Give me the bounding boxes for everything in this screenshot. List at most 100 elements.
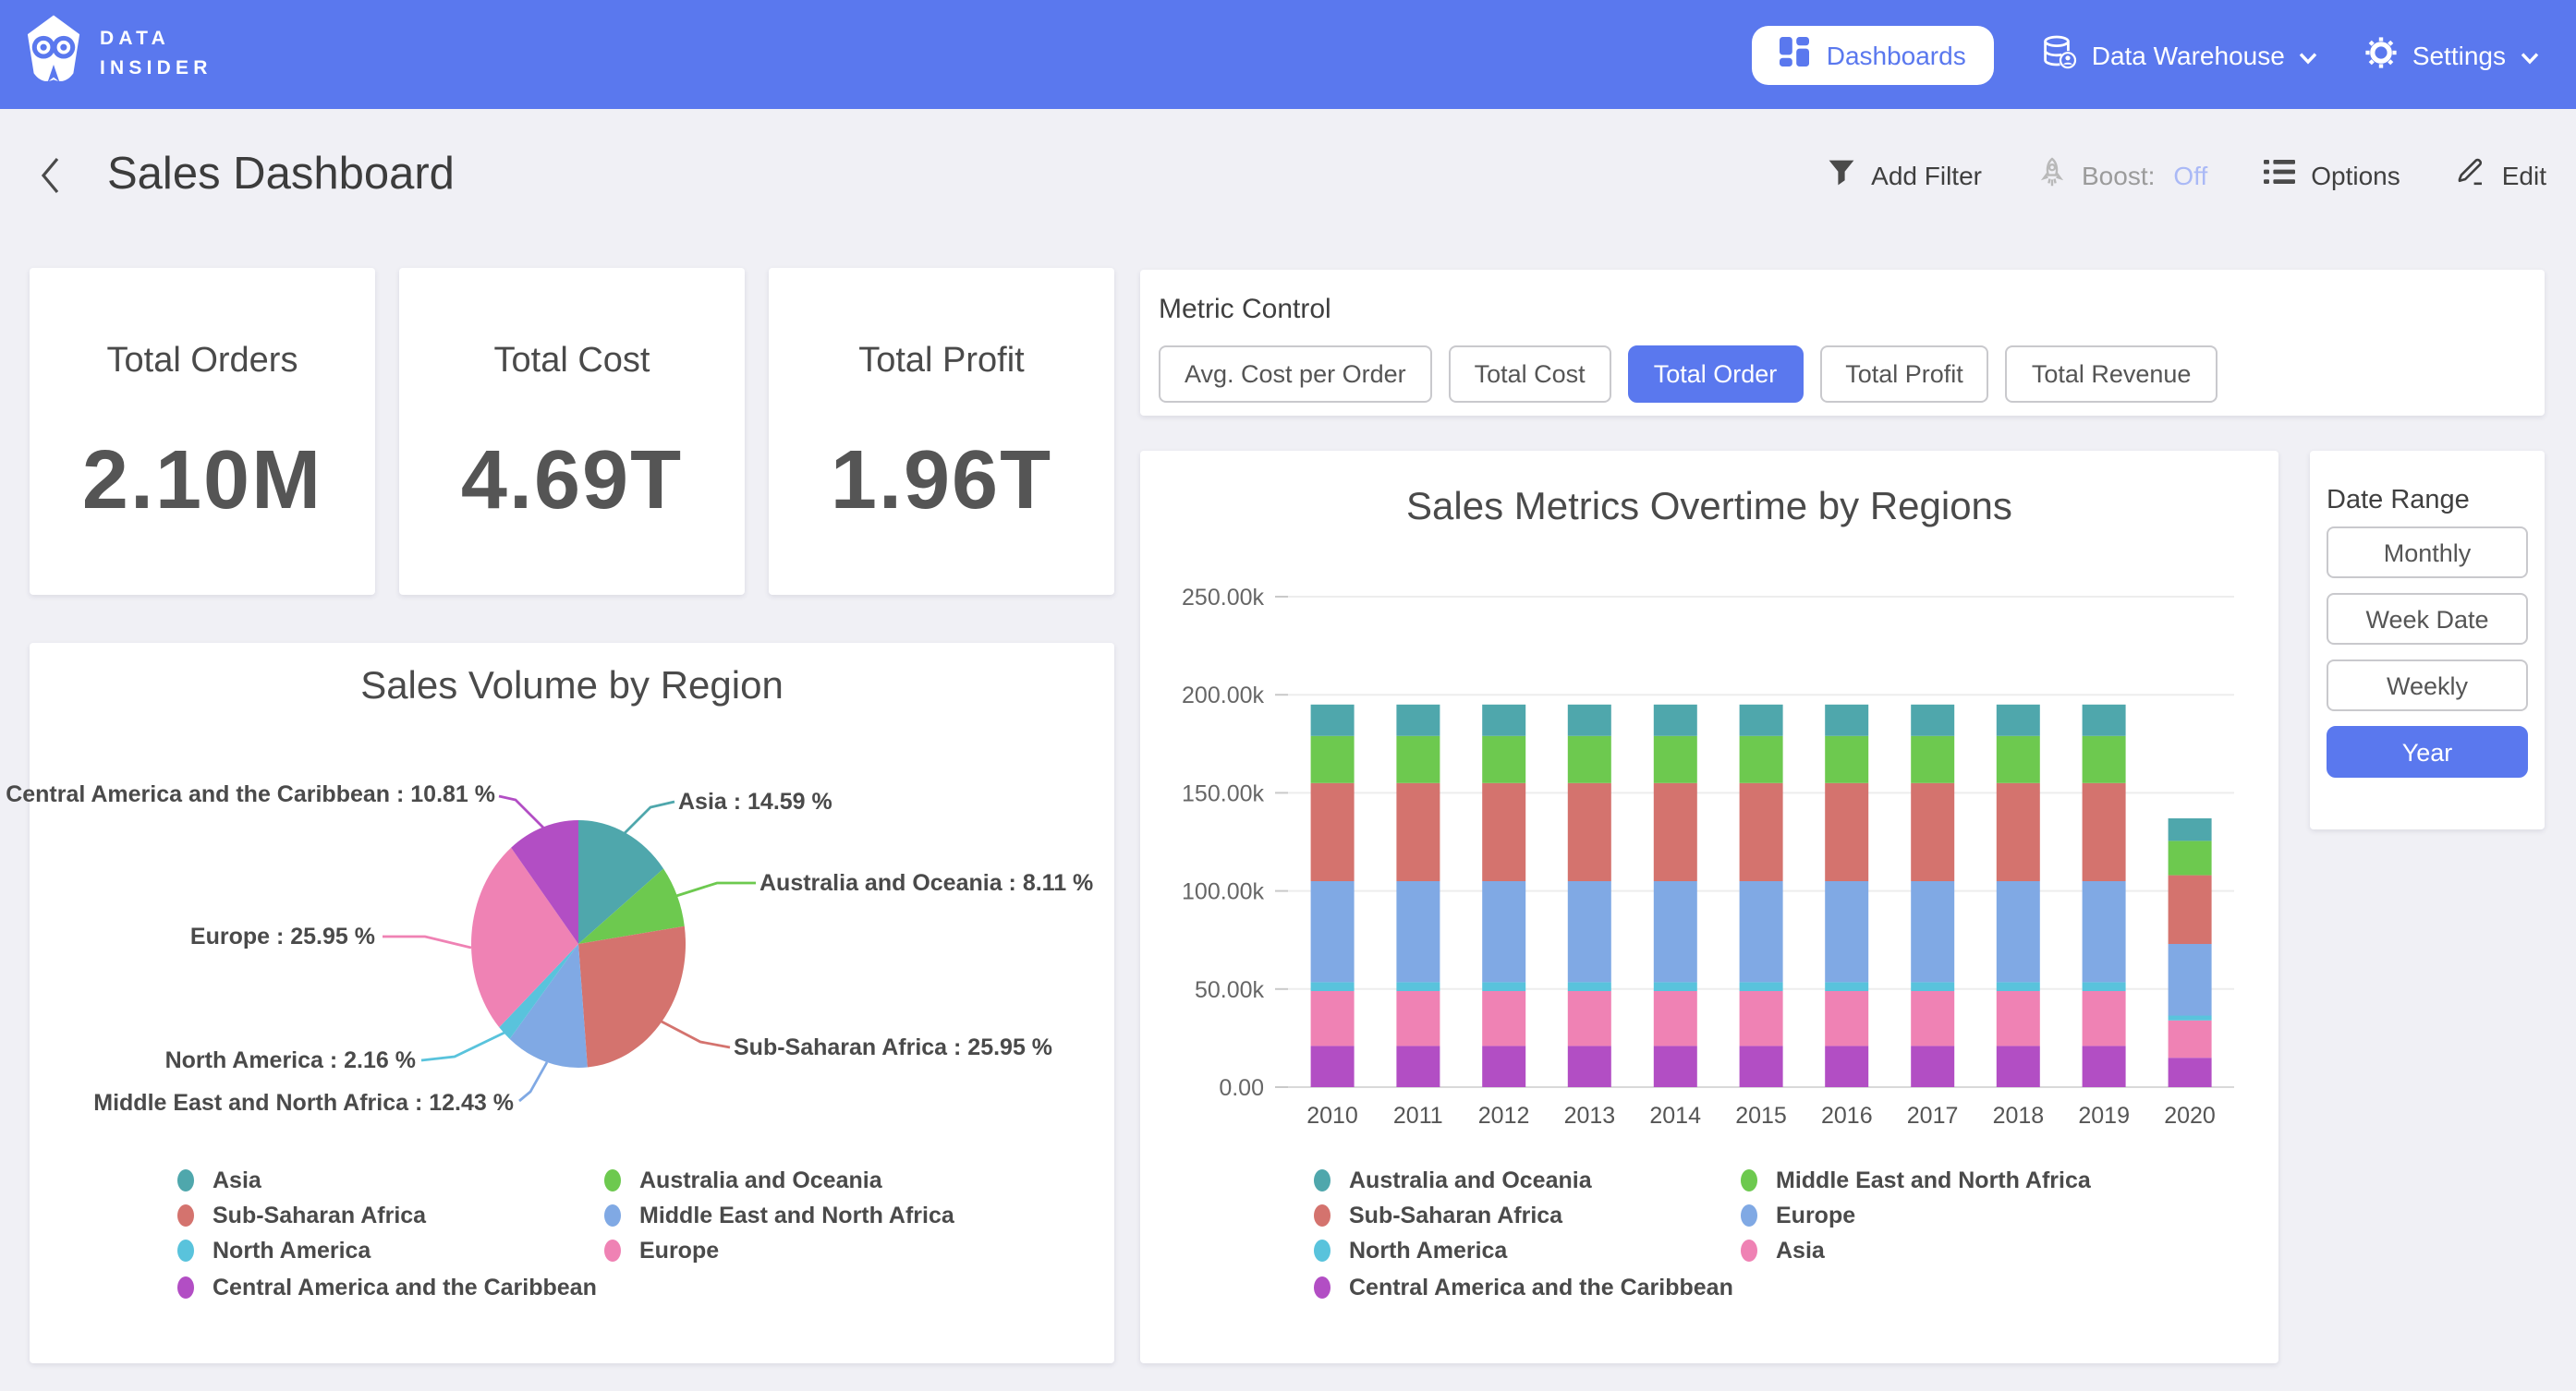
bar-segment[interactable]: [2169, 1015, 2212, 1020]
legend-item[interactable]: Asia: [1741, 1239, 1825, 1264]
bar-segment[interactable]: [1740, 736, 1783, 783]
metric-button-total-revenue[interactable]: Total Revenue: [2006, 345, 2218, 403]
bar-segment[interactable]: [2083, 783, 2126, 881]
bar-segment[interactable]: [1311, 1046, 1355, 1087]
pie-slice[interactable]: [578, 926, 686, 1068]
bar-segment[interactable]: [1997, 705, 2040, 736]
bar-segment[interactable]: [1654, 736, 1697, 783]
bar-segment[interactable]: [1911, 982, 1954, 991]
legend-item[interactable]: Australia and Oceania: [604, 1167, 882, 1193]
bar-segment[interactable]: [1568, 1046, 1611, 1087]
legend-item[interactable]: Sub-Saharan Africa: [177, 1203, 426, 1228]
bar-segment[interactable]: [1740, 881, 1783, 982]
bar-segment[interactable]: [1825, 991, 1868, 1046]
legend-item[interactable]: Middle East and North Africa: [1741, 1167, 2091, 1193]
bar-segment[interactable]: [1825, 982, 1868, 991]
bar-segment[interactable]: [1396, 881, 1440, 982]
legend-item[interactable]: North America: [1314, 1239, 1507, 1264]
bar-segment[interactable]: [1740, 783, 1783, 881]
bar-segment[interactable]: [1654, 982, 1697, 991]
bar-segment[interactable]: [1997, 991, 2040, 1046]
bar-segment[interactable]: [1482, 881, 1525, 982]
bar-segment[interactable]: [1911, 705, 1954, 736]
bar-segment[interactable]: [1740, 982, 1783, 991]
bar-segment[interactable]: [1311, 982, 1355, 991]
legend-item[interactable]: Europe: [1741, 1203, 1855, 1228]
bar-segment[interactable]: [2083, 881, 2126, 982]
bar-segment[interactable]: [1396, 982, 1440, 991]
bar-segment[interactable]: [1654, 705, 1697, 736]
bar-segment[interactable]: [1482, 1046, 1525, 1087]
bar-segment[interactable]: [1311, 705, 1355, 736]
bar-segment[interactable]: [1997, 1046, 2040, 1087]
bar-segment[interactable]: [1568, 783, 1611, 881]
back-button[interactable]: [39, 154, 61, 195]
bar-segment[interactable]: [1911, 881, 1954, 982]
options-button[interactable]: Options: [2263, 159, 2400, 190]
bar-segment[interactable]: [1482, 783, 1525, 881]
bar-segment[interactable]: [2083, 982, 2126, 991]
bar-segment[interactable]: [2169, 944, 2212, 1016]
legend-item[interactable]: Central America and the Caribbean: [177, 1274, 597, 1300]
bar-segment[interactable]: [1911, 1046, 1954, 1087]
bar-segment[interactable]: [2083, 736, 2126, 783]
bar-segment[interactable]: [1568, 736, 1611, 783]
legend-item[interactable]: Middle East and North Africa: [604, 1203, 954, 1228]
nav-dashboards[interactable]: Dashboards: [1753, 25, 1994, 84]
legend-item[interactable]: Sub-Saharan Africa: [1314, 1203, 1562, 1228]
add-filter-button[interactable]: Add Filter: [1827, 158, 1982, 191]
bar-segment[interactable]: [2083, 1046, 2126, 1087]
boost-indicator[interactable]: Boost:Off: [2037, 156, 2207, 193]
legend-item[interactable]: Asia: [177, 1167, 261, 1193]
bar-segment[interactable]: [1311, 736, 1355, 783]
bar-segment[interactable]: [1997, 881, 2040, 982]
bar-segment[interactable]: [1740, 705, 1783, 736]
legend-item[interactable]: Europe: [604, 1239, 719, 1264]
bar-segment[interactable]: [1396, 705, 1440, 736]
bar-segment[interactable]: [1311, 783, 1355, 881]
bar-segment[interactable]: [2169, 1021, 2212, 1058]
bar-segment[interactable]: [2083, 705, 2126, 736]
bar-segment[interactable]: [1568, 991, 1611, 1046]
bar-segment[interactable]: [1482, 991, 1525, 1046]
bar-segment[interactable]: [2083, 991, 2126, 1046]
bar-segment[interactable]: [1654, 1046, 1697, 1087]
bar-segment[interactable]: [1396, 1046, 1440, 1087]
date-range-weekly[interactable]: Weekly: [2327, 659, 2528, 711]
bar-segment[interactable]: [1997, 982, 2040, 991]
edit-button[interactable]: Edit: [2456, 157, 2546, 192]
bar-segment[interactable]: [1482, 705, 1525, 736]
metric-button-avg-cost-per-order[interactable]: Avg. Cost per Order: [1159, 345, 1432, 403]
bar-segment[interactable]: [1396, 783, 1440, 881]
date-range-year[interactable]: Year: [2327, 726, 2528, 778]
bar-segment[interactable]: [1825, 783, 1868, 881]
bar-segment[interactable]: [1825, 705, 1868, 736]
bar-segment[interactable]: [1740, 991, 1783, 1046]
legend-item[interactable]: Central America and the Caribbean: [1314, 1274, 1733, 1300]
bar-segment[interactable]: [1654, 991, 1697, 1046]
bar-segment[interactable]: [2169, 818, 2212, 841]
bar-segment[interactable]: [1482, 982, 1525, 991]
nav-settings[interactable]: Settings: [2366, 36, 2539, 73]
bar-segment[interactable]: [1654, 881, 1697, 982]
bar-segment[interactable]: [1740, 1046, 1783, 1087]
bar-segment[interactable]: [1825, 881, 1868, 982]
bar-segment[interactable]: [1911, 783, 1954, 881]
bar-segment[interactable]: [1654, 783, 1697, 881]
date-range-monthly[interactable]: Monthly: [2327, 526, 2528, 578]
bar-segment[interactable]: [1311, 881, 1355, 982]
legend-item[interactable]: Australia and Oceania: [1314, 1167, 1592, 1193]
nav-data-warehouse[interactable]: Data Warehouse: [2042, 34, 2318, 75]
bar-segment[interactable]: [1568, 705, 1611, 736]
metric-button-total-cost[interactable]: Total Cost: [1449, 345, 1611, 403]
bar-segment[interactable]: [1568, 982, 1611, 991]
date-range-week-date[interactable]: Week Date: [2327, 593, 2528, 645]
bar-segment[interactable]: [1911, 736, 1954, 783]
legend-item[interactable]: North America: [177, 1239, 371, 1264]
bar-segment[interactable]: [1396, 991, 1440, 1046]
metric-button-total-profit[interactable]: Total Profit: [1819, 345, 1989, 403]
bar-segment[interactable]: [1825, 736, 1868, 783]
bar-segment[interactable]: [2169, 1058, 2212, 1087]
metric-button-total-order[interactable]: Total Order: [1628, 345, 1804, 403]
bar-segment[interactable]: [1911, 991, 1954, 1046]
